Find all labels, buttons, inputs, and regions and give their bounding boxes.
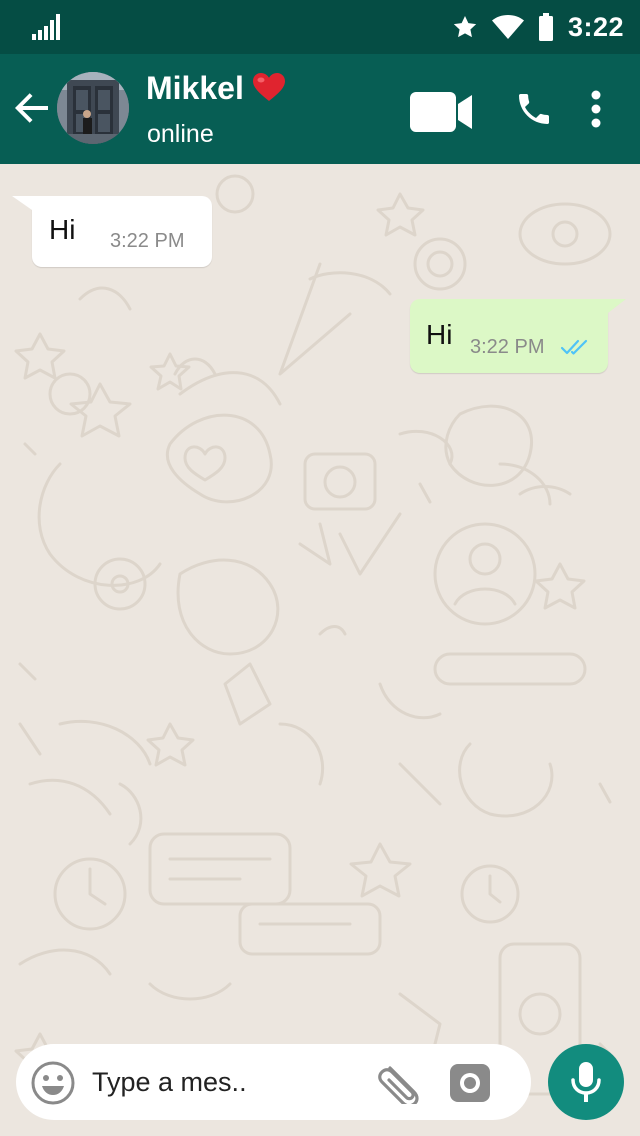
outgoing-message[interactable]: Hi 3:22 PM [410, 299, 626, 373]
message-text: Hi [49, 214, 76, 245]
message-time: 3:22 PM [110, 230, 185, 252]
camera-icon[interactable] [448, 1060, 492, 1104]
mic-button[interactable] [548, 1044, 624, 1120]
status-bar: 3:22 [0, 0, 640, 54]
microphone-icon [571, 1062, 601, 1102]
contact-name-text: Mikkel [146, 70, 244, 106]
message-time: 3:22 PM [470, 336, 545, 358]
status-time: 3:22 [567, 11, 624, 42]
message-list[interactable]: Hi 3:22 PM Hi 3:22 PM [0, 164, 640, 1136]
star-icon [453, 15, 477, 38]
voice-call-icon[interactable] [514, 88, 554, 130]
read-ticks-icon [560, 339, 588, 355]
paperclip-icon[interactable] [376, 1060, 424, 1104]
emoji-icon[interactable] [30, 1060, 76, 1106]
contact-status: online [147, 120, 214, 148]
message-composer [16, 1044, 531, 1120]
signal-icon [32, 14, 60, 40]
avatar-photo [57, 72, 129, 144]
bubble-tail [12, 196, 32, 210]
heart-icon [252, 72, 285, 101]
wifi-icon [491, 15, 524, 39]
chat-header: Mikkel online [0, 54, 640, 164]
status-icons: 3:22 [452, 8, 624, 46]
bubble-tail [608, 299, 626, 313]
video-call-icon[interactable] [410, 92, 474, 132]
back-arrow-icon[interactable] [12, 88, 52, 128]
message-input[interactable] [92, 1060, 362, 1104]
more-options-icon[interactable] [586, 90, 606, 128]
battery-icon [538, 13, 553, 41]
contact-name[interactable]: Mikkel [146, 70, 286, 107]
avatar[interactable] [57, 72, 129, 144]
chat-screen: 3:22 Mikkel online Hi 3:22 PM Hi 3:22 PM… [0, 0, 640, 1136]
incoming-message[interactable]: Hi 3:22 PM [12, 196, 212, 267]
message-text: Hi [426, 319, 453, 350]
